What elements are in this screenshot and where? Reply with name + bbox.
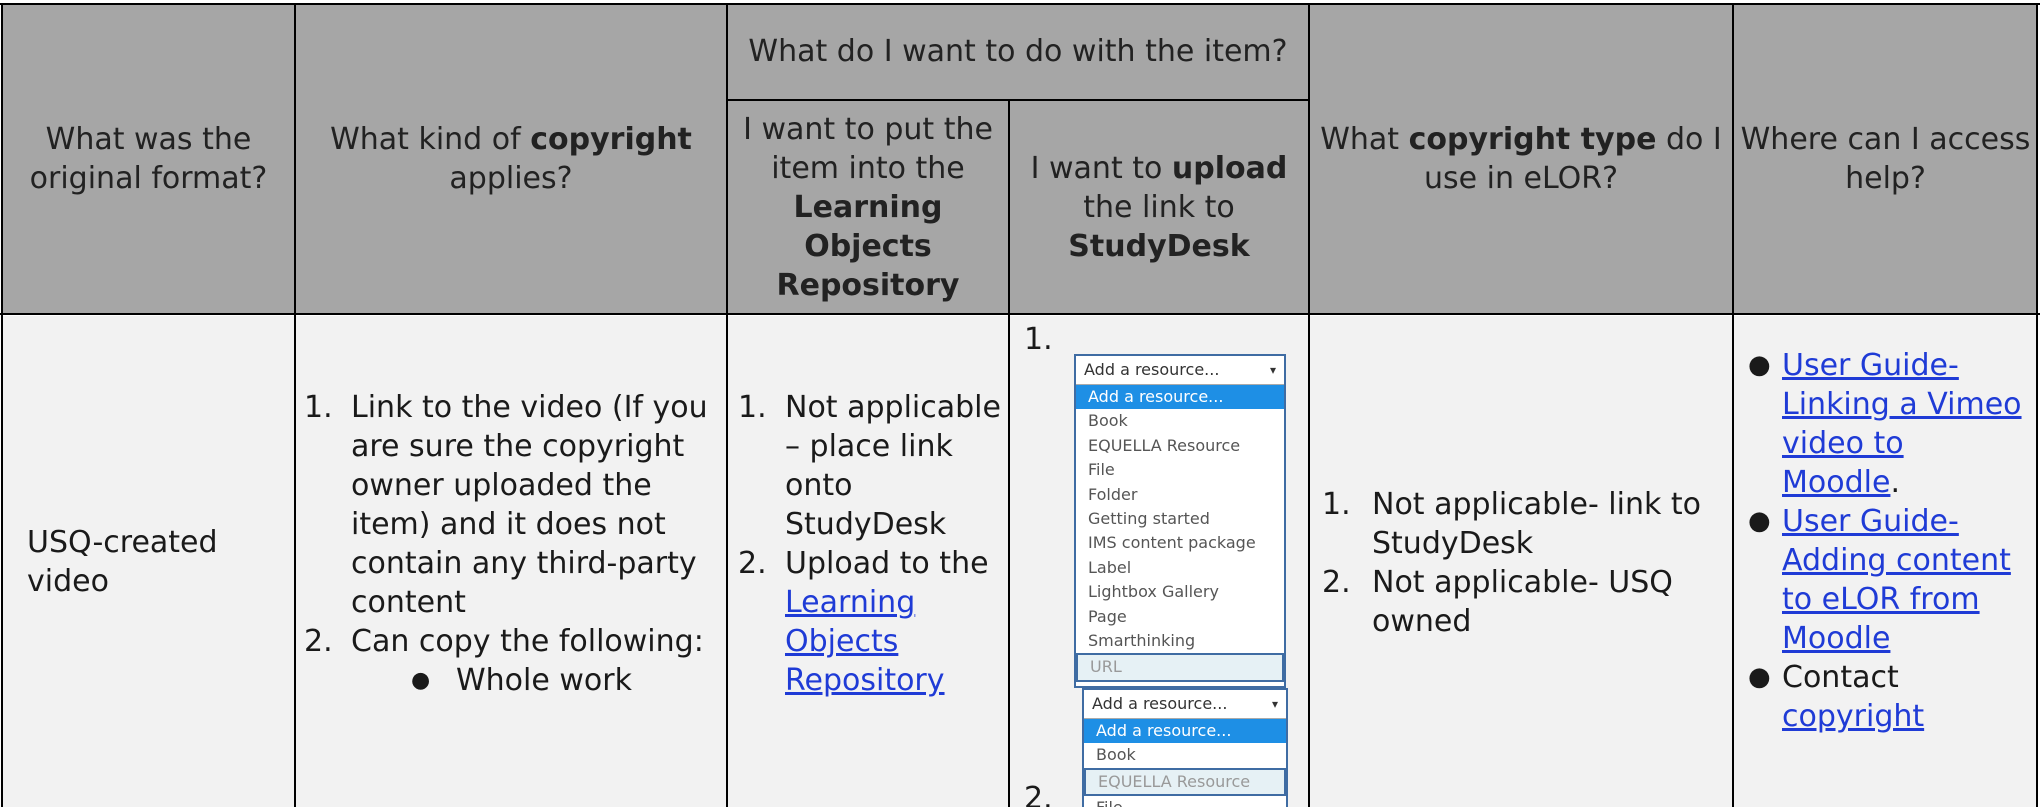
copyright-type-list: 1. Not applicable- link to StudyDesk 2. …: [1322, 485, 1724, 641]
lor-list: 1. Not applicable – place link onto Stud…: [738, 388, 1002, 700]
help-list: ● User Guide- Linking a Vimeo video to M…: [1734, 346, 2031, 736]
linking-vimeo-guide-link[interactable]: User Guide- Linking a Vimeo video to Moo…: [1782, 348, 2022, 500]
dropdown-option[interactable]: Book: [1076, 409, 1284, 433]
sub-bullet-item: ● Whole work: [411, 663, 632, 698]
dropdown-option[interactable]: Smarthinking: [1076, 629, 1284, 653]
header-access-help: Where can I access help?: [1734, 3, 2037, 314]
lor-repository-link[interactable]: Learning Objects Repository: [785, 585, 945, 698]
dropdown-select[interactable]: Add a resource... ▾: [1076, 356, 1284, 385]
add-resource-dropdown-2[interactable]: Add a resource... ▾ Add a resource... Bo…: [1082, 688, 1288, 807]
list-item: 1. Not applicable- link to StudyDesk: [1322, 487, 1702, 561]
header-upload-link: I want to upload the link to StudyDesk: [1010, 101, 1308, 314]
chevron-down-icon: ▾: [1269, 363, 1276, 377]
dropdown-option[interactable]: IMS content package: [1076, 531, 1284, 555]
list-item: 2. Upload to the Learning Objects Reposi…: [738, 546, 989, 698]
header-want-to-do: What do I want to do with the item?: [728, 3, 1308, 99]
copyright-kind-list: 1. Link to the video (If you are sure th…: [304, 388, 716, 661]
dropdown-option[interactable]: Add a resource...: [1084, 719, 1286, 744]
cell-put-in-lor: 1. Not applicable – place link onto Stud…: [728, 316, 1008, 807]
dropdown-option[interactable]: Folder: [1076, 483, 1284, 507]
dropdown-select[interactable]: Add a resource... ▾: [1084, 690, 1286, 719]
cell-access-help: ● User Guide- Linking a Vimeo video to M…: [1734, 316, 2037, 807]
dropdown-option[interactable]: Page: [1076, 605, 1284, 629]
dropdown-option[interactable]: EQUELLA Resource: [1076, 434, 1284, 458]
contact-copyright-link[interactable]: copyright: [1782, 699, 1924, 734]
list-item: ● User Guide- Adding content to eLOR fro…: [1748, 504, 2011, 656]
cell-copyright-kind: 1. Link to the video (If you are sure th…: [296, 316, 726, 807]
dropdown-option[interactable]: URL: [1076, 653, 1284, 682]
dropdown-option[interactable]: Getting started: [1076, 507, 1284, 531]
dropdown-option[interactable]: Book: [1084, 743, 1286, 767]
cell-upload-link: 1. Add a resource... ▾ Add a resource...…: [1010, 316, 1308, 807]
cell-original-format: USQ-created video: [3, 316, 294, 807]
header-sub-border: [727, 99, 1309, 101]
header-copyright-type: What copyright type do I use in eLOR?: [1310, 3, 1732, 314]
dropdown-option[interactable]: EQUELLA Resource: [1084, 767, 1286, 797]
adding-content-guide-link[interactable]: User Guide- Adding content to eLOR from …: [1782, 504, 2011, 656]
header-put-in-lor: I want to put the item into the Learning…: [728, 101, 1008, 314]
list-item: 1. Link to the video (If you are sure th…: [304, 390, 708, 620]
column-divider: [1008, 99, 1010, 807]
column-divider: [726, 3, 728, 807]
copyright-decision-table: What was the original format? What kind …: [0, 0, 2040, 807]
list-item: ● Contact copyright: [1748, 660, 1925, 734]
dropdown-option[interactable]: File: [1076, 458, 1284, 482]
column-divider: [1308, 3, 1310, 807]
dropdown-option[interactable]: File: [1084, 796, 1286, 807]
header-bottom-border: [0, 313, 2040, 315]
list-item: 2. Can copy the following:: [304, 624, 704, 659]
header-copyright-kind: What kind of copyright applies?: [296, 3, 726, 314]
add-resource-dropdown-1[interactable]: Add a resource... ▾ Add a resource... Bo…: [1074, 354, 1286, 688]
cell-copyright-type: 1. Not applicable- link to StudyDesk 2. …: [1310, 316, 1732, 807]
column-divider: [1732, 3, 1734, 807]
dropdown-option[interactable]: Lightbox Gallery: [1076, 580, 1284, 604]
column-divider: [294, 3, 296, 807]
list-item: 1. Not applicable – place link onto Stud…: [738, 390, 1001, 542]
list-item: 2. Not applicable- USQ owned: [1322, 565, 1673, 639]
dropdown-option[interactable]: Label: [1076, 556, 1284, 580]
list-item: ● User Guide- Linking a Vimeo video to M…: [1748, 348, 2022, 500]
column-divider: [2036, 3, 2038, 807]
table-top-border: [0, 3, 2040, 5]
chevron-down-icon: ▾: [1271, 697, 1278, 711]
header-original-format: What was the original format?: [3, 3, 294, 314]
dropdown-option[interactable]: Add a resource...: [1076, 385, 1284, 410]
column-divider: [1, 3, 3, 807]
